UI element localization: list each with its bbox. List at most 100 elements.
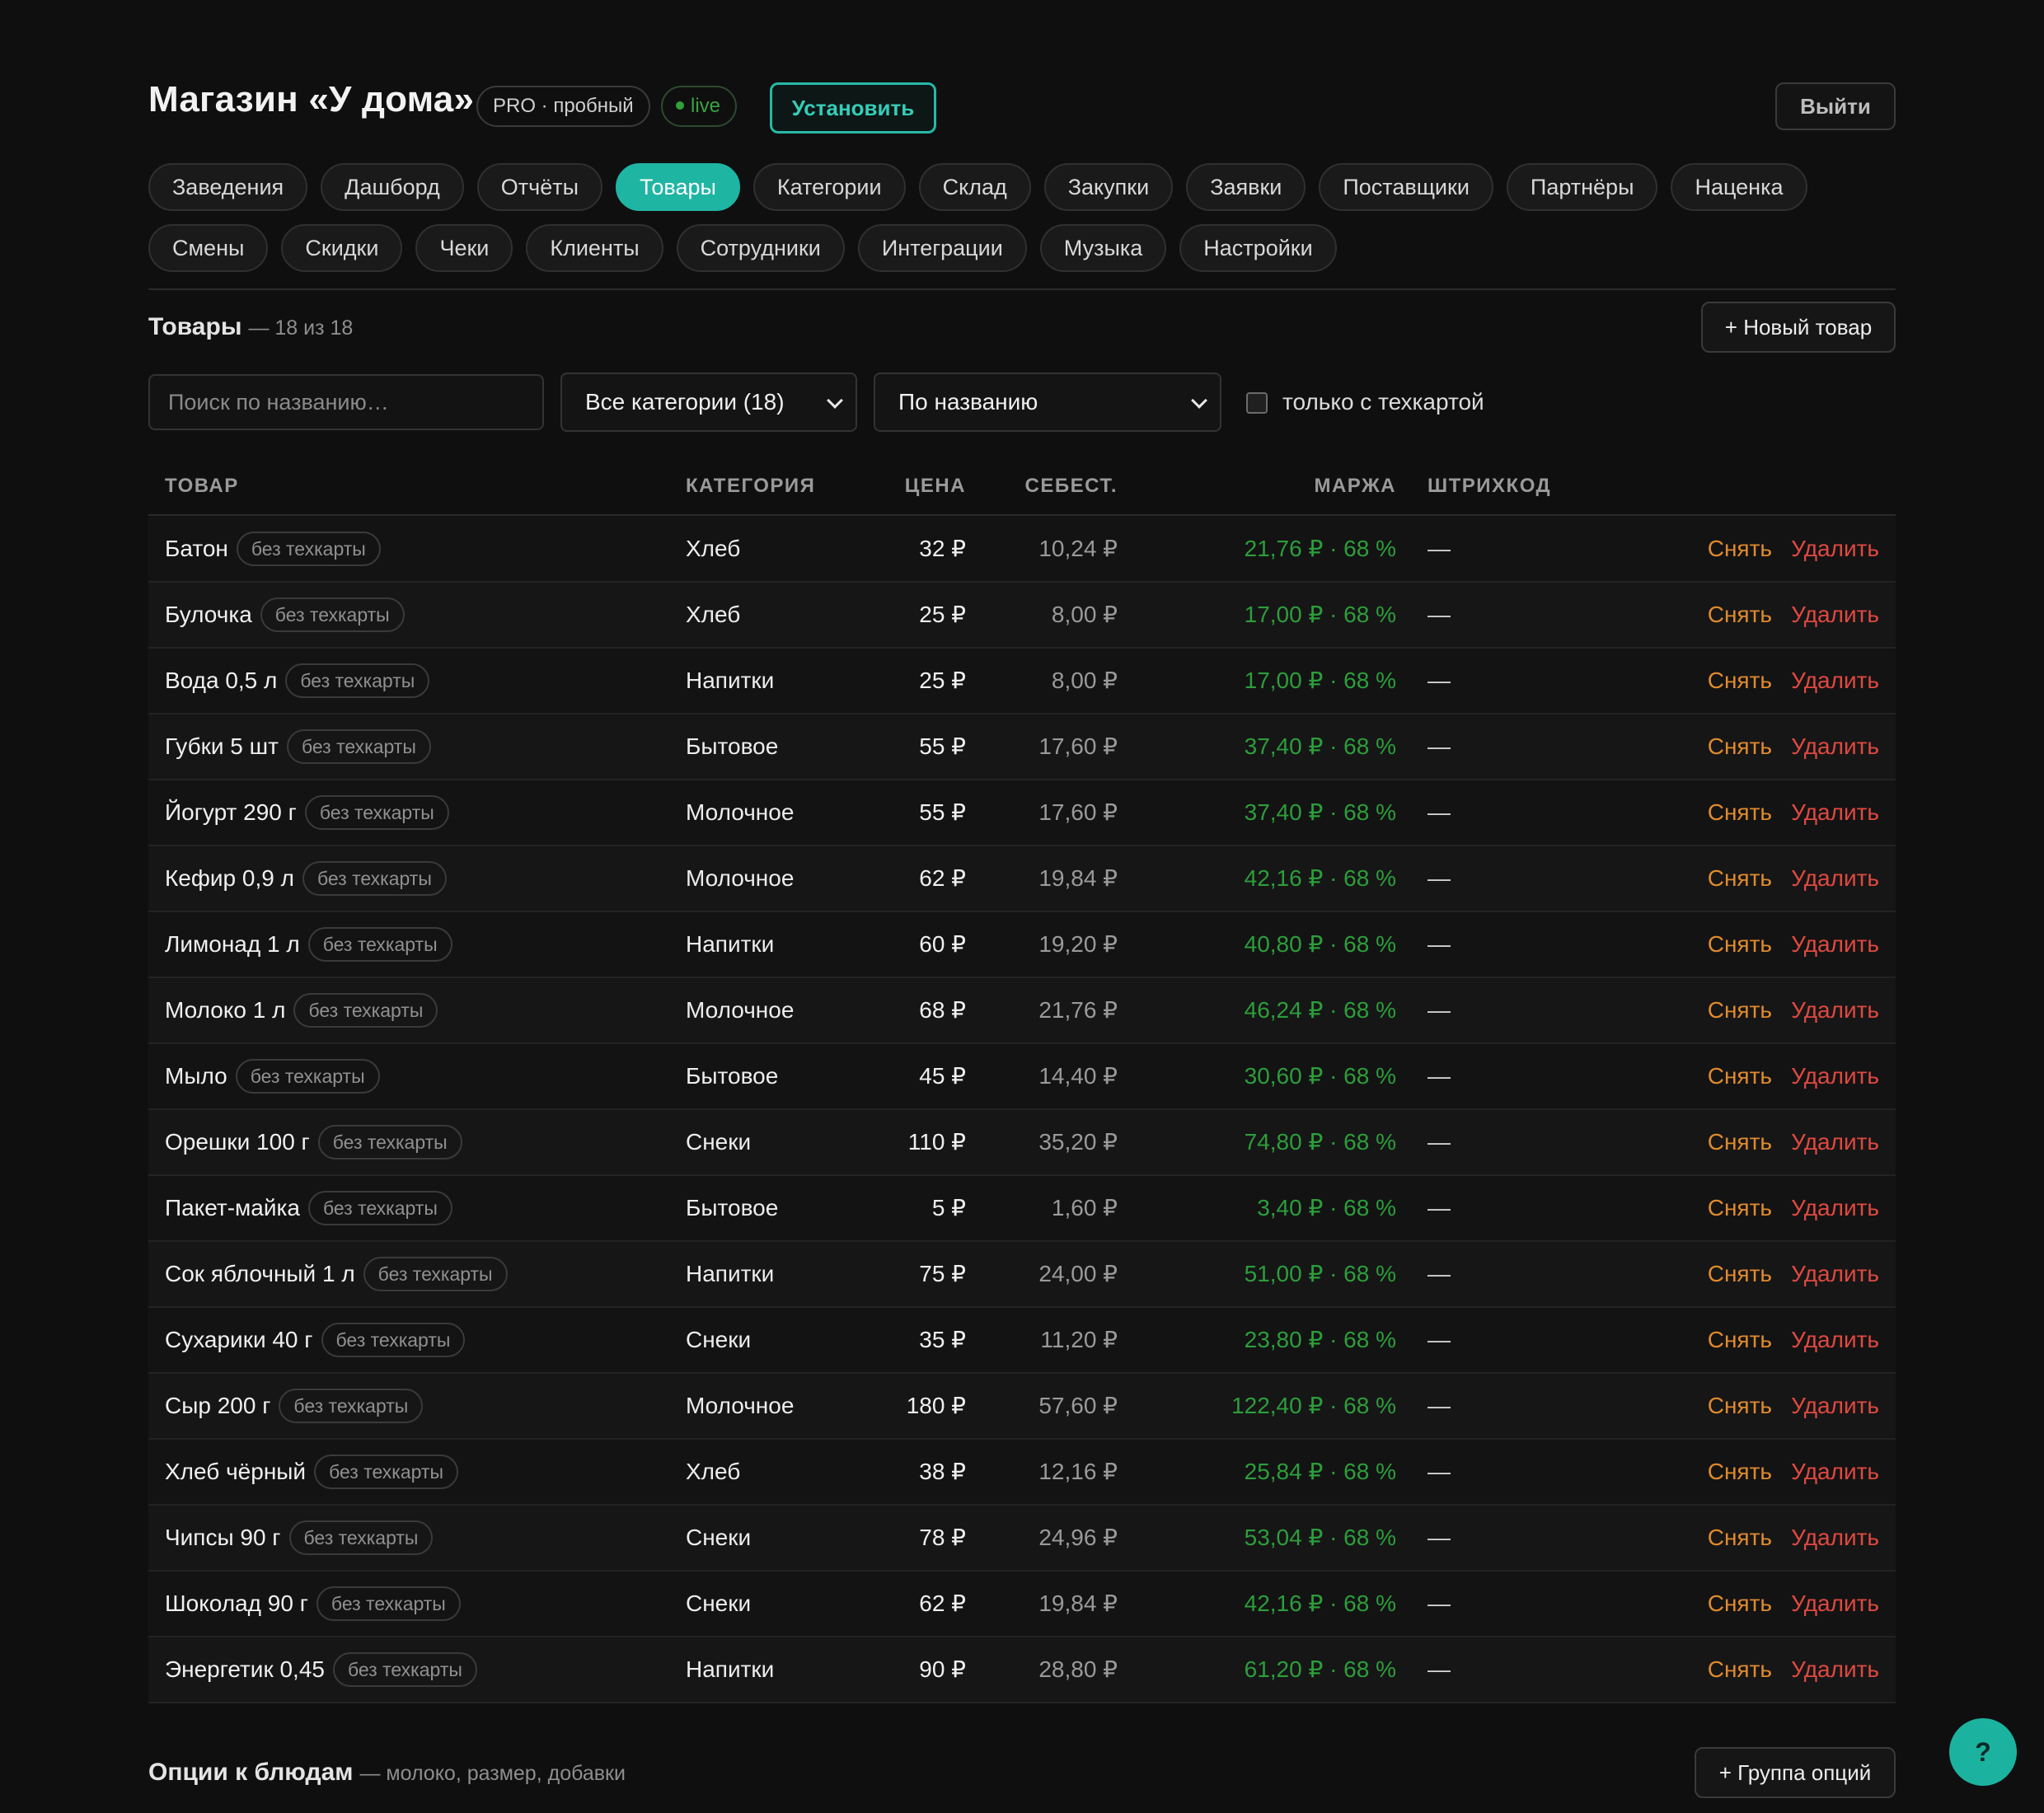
table-row[interactable]: Йогурт 290 г без техкарты Молочное 55 ₽ 17,6… <box>148 780 1896 846</box>
nav-tab[interactable]: Настройки <box>1179 224 1337 272</box>
delete-button[interactable]: Удалить <box>1791 846 1879 911</box>
category-select[interactable]: Все категории (18) <box>560 372 857 432</box>
product-category: Бытовое <box>686 1063 779 1089</box>
product-name-cell: Мыло без техкарты <box>165 1044 380 1108</box>
delete-button[interactable]: Удалить <box>1791 912 1879 977</box>
nav-tab[interactable]: Наценка <box>1671 163 1807 211</box>
remove-from-sale-button[interactable]: Снять <box>1708 1440 1772 1504</box>
col-cost[interactable]: СЕБЕСТ. <box>1025 475 1118 498</box>
table-row[interactable]: Шоколад 90 г без техкарты Снеки 62 ₽ 19,84 ₽… <box>148 1572 1896 1637</box>
install-button[interactable]: Установить <box>770 82 936 134</box>
table-header: ТОВАР КАТЕГОРИЯ ЦЕНА СЕБЕСТ. МАРЖА ШТРИХ… <box>148 461 1896 516</box>
table-row[interactable]: Батон без техкарты Хлеб 32 ₽ 10,24 ₽ 21,76 ₽ … <box>148 517 1896 583</box>
logout-button[interactable]: Выйти <box>1775 82 1896 130</box>
remove-from-sale-button[interactable]: Снять <box>1708 1374 1772 1438</box>
nav-tab[interactable]: Отчёты <box>476 163 602 211</box>
product-margin: 61,20 ₽ · 68 % <box>1244 1656 1396 1682</box>
table-row[interactable]: Орешки 100 г без техкарты Снеки 110 ₽ 35,20 … <box>148 1110 1896 1176</box>
nav-tab[interactable]: Заявки <box>1186 163 1306 211</box>
table-row[interactable]: Энергетик 0,45 без техкарты Напитки 90 ₽ 28,… <box>148 1637 1896 1703</box>
delete-button[interactable]: Удалить <box>1791 1110 1879 1174</box>
search-input[interactable] <box>148 374 544 430</box>
remove-from-sale-button[interactable]: Снять <box>1708 1506 1772 1570</box>
nav-tab[interactable]: Сотрудники <box>676 224 845 272</box>
delete-button[interactable]: Удалить <box>1791 1308 1879 1372</box>
col-name[interactable]: ТОВАР <box>165 475 239 498</box>
nav-tab[interactable]: Дашборд <box>321 163 464 211</box>
remove-from-sale-button[interactable]: Снять <box>1708 1572 1772 1636</box>
delete-button[interactable]: Удалить <box>1791 1374 1879 1438</box>
delete-button[interactable]: Удалить <box>1791 714 1879 779</box>
product-category: Напитки <box>686 931 775 957</box>
table-row[interactable]: Булочка без техкарты Хлеб 25 ₽ 8,00 ₽ 17,00 ₽… <box>148 583 1896 649</box>
table-row[interactable]: Сыр 200 г без техкарты Молочное 180 ₽ 57,60 … <box>148 1374 1896 1440</box>
sort-select[interactable]: По названию <box>874 372 1221 432</box>
nav-tab[interactable]: Смены <box>148 224 269 272</box>
product-cost: 24,00 ₽ <box>1038 1261 1118 1286</box>
table-row[interactable]: Вода 0,5 л без техкарты Напитки 25 ₽ 8,00 ₽ 1… <box>148 649 1896 714</box>
new-product-button[interactable]: + Новый товар <box>1701 302 1896 353</box>
remove-from-sale-button[interactable]: Снять <box>1708 649 1772 713</box>
remove-from-sale-button[interactable]: Снять <box>1708 1044 1772 1108</box>
live-label: live <box>691 95 721 117</box>
product-name-cell: Лимонад 1 л без техкарты <box>165 912 452 977</box>
remove-from-sale-button[interactable]: Снять <box>1708 714 1772 779</box>
col-category[interactable]: КАТЕГОРИЯ <box>686 475 815 498</box>
table-row[interactable]: Хлеб чёрный без техкарты Хлеб 38 ₽ 12,16 ₽ 25… <box>148 1440 1896 1506</box>
remove-from-sale-button[interactable]: Снять <box>1708 1637 1772 1702</box>
remove-from-sale-button[interactable]: Снять <box>1708 846 1772 911</box>
remove-from-sale-button[interactable]: Снять <box>1708 912 1772 977</box>
delete-button[interactable]: Удалить <box>1791 517 1879 581</box>
remove-from-sale-button[interactable]: Снять <box>1708 1110 1772 1174</box>
delete-button[interactable]: Удалить <box>1791 1572 1879 1636</box>
delete-button[interactable]: Удалить <box>1791 1440 1879 1504</box>
nav-tab[interactable]: Клиенты <box>526 224 663 272</box>
delete-button[interactable]: Удалить <box>1791 1044 1879 1108</box>
nav-tab[interactable]: Заведения <box>148 163 308 211</box>
table-row[interactable]: Губки 5 шт без техкарты Бытовое 55 ₽ 17,60 ₽… <box>148 714 1896 780</box>
table-row[interactable]: Чипсы 90 г без техкарты Снеки 78 ₽ 24,96 ₽ 53… <box>148 1506 1896 1572</box>
remove-from-sale-button[interactable]: Снять <box>1708 1308 1772 1372</box>
nav-tab[interactable]: Категории <box>752 163 906 211</box>
nav-tab[interactable]: Склад <box>918 163 1031 211</box>
product-margin: 74,80 ₽ · 68 % <box>1244 1129 1396 1155</box>
nav-tab[interactable]: Поставщики <box>1319 163 1493 211</box>
product-name-cell: Пакет-майка без техкарты <box>165 1176 452 1240</box>
delete-button[interactable]: Удалить <box>1791 649 1879 713</box>
table-row[interactable]: Лимонад 1 л без техкарты Напитки 60 ₽ 19,20 … <box>148 912 1896 978</box>
table-row[interactable]: Кефир 0,9 л без техкарты Молочное 62 ₽ 19,84… <box>148 846 1896 912</box>
nav-tab[interactable]: Товары <box>616 163 740 211</box>
col-barcode[interactable]: ШТРИХКОД <box>1428 475 1551 498</box>
remove-from-sale-button[interactable]: Снять <box>1708 1176 1772 1240</box>
nav-tab[interactable]: Музыка <box>1039 224 1167 272</box>
delete-button[interactable]: Удалить <box>1791 978 1879 1042</box>
table-row[interactable]: Пакет-майка без техкарты Бытовое 5 ₽ 1,60 ₽ 3… <box>148 1176 1896 1242</box>
col-margin[interactable]: МАРЖА <box>1314 475 1396 498</box>
techcard-badge: без техкарты <box>316 1586 461 1621</box>
delete-button[interactable]: Удалить <box>1791 583 1879 647</box>
delete-button[interactable]: Удалить <box>1791 1242 1879 1306</box>
delete-button[interactable]: Удалить <box>1791 1506 1879 1570</box>
nav-tab[interactable]: Скидки <box>281 224 403 272</box>
nav-tab[interactable]: Чеки <box>415 224 513 272</box>
table-row[interactable]: Сок яблочный 1 л без техкарты Напитки 75 ₽ 2… <box>148 1242 1896 1308</box>
remove-from-sale-button[interactable]: Снять <box>1708 583 1772 647</box>
nav-tab[interactable]: Интеграции <box>857 224 1027 272</box>
techcard-badge: без техкарты <box>317 1124 462 1159</box>
remove-from-sale-button[interactable]: Снять <box>1708 978 1772 1042</box>
nav-tab[interactable]: Партнёры <box>1506 163 1658 211</box>
delete-button[interactable]: Удалить <box>1791 1176 1879 1240</box>
table-row[interactable]: Молоко 1 л без техкарты Молочное 68 ₽ 21,76 … <box>148 978 1896 1044</box>
delete-button[interactable]: Удалить <box>1791 1637 1879 1702</box>
nav-tab[interactable]: Закупки <box>1043 163 1174 211</box>
delete-button[interactable]: Удалить <box>1791 780 1879 845</box>
table-row[interactable]: Мыло без техкарты Бытовое 45 ₽ 14,40 ₽ 30,60 … <box>148 1044 1896 1110</box>
remove-from-sale-button[interactable]: Снять <box>1708 1242 1772 1306</box>
table-row[interactable]: Сухарики 40 г без техкарты Снеки 35 ₽ 11,20 … <box>148 1308 1896 1374</box>
help-button[interactable]: ? <box>1949 1718 2017 1786</box>
techcard-only-checkbox[interactable] <box>1246 392 1268 414</box>
remove-from-sale-button[interactable]: Снять <box>1708 780 1772 845</box>
col-price[interactable]: ЦЕНА <box>905 475 966 498</box>
add-option-group-button[interactable]: + Группа опций <box>1695 1747 1896 1798</box>
remove-from-sale-button[interactable]: Снять <box>1708 517 1772 581</box>
